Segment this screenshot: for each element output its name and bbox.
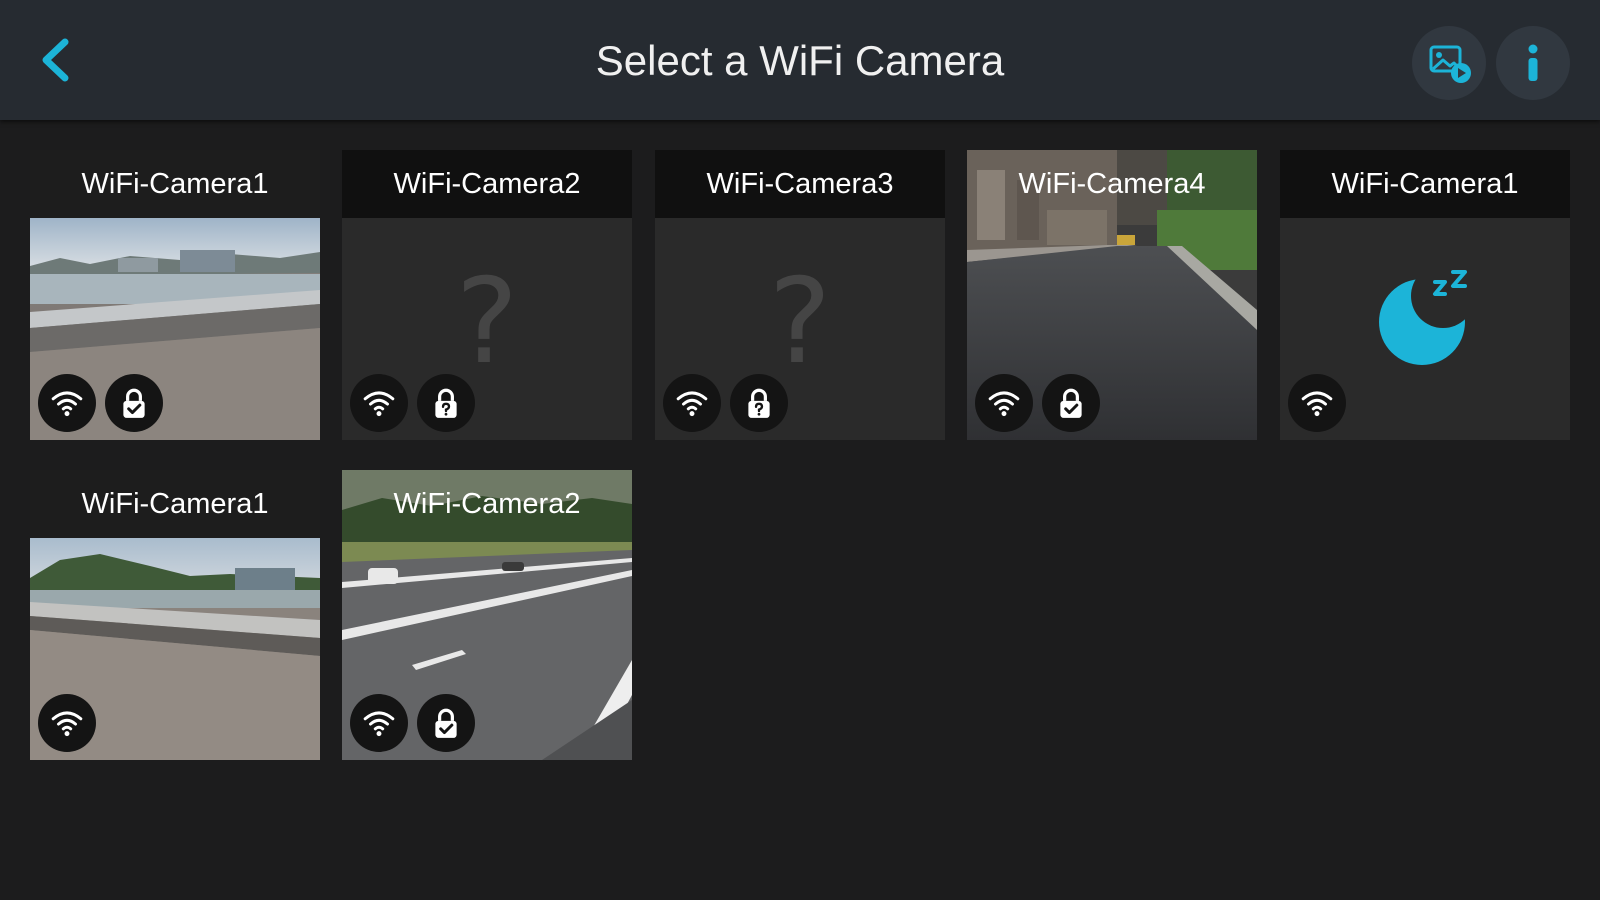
top-bar: Select a WiFi Camera	[0, 0, 1600, 120]
wifi-badge	[663, 374, 721, 432]
camera-tile[interactable]: WiFi-Camera1	[1280, 150, 1570, 440]
camera-name: WiFi-Camera1	[30, 150, 320, 218]
lock-badge	[105, 374, 163, 432]
wifi-icon	[362, 706, 396, 740]
lock-badge	[417, 374, 475, 432]
sleeping-moon-icon	[1377, 270, 1477, 375]
wifi-icon	[987, 386, 1021, 420]
lock-check-icon	[117, 386, 151, 420]
camera-name: WiFi-Camera2	[393, 488, 581, 520]
camera-tile[interactable]: WiFi-Camera1	[30, 150, 320, 440]
wifi-badge	[38, 374, 96, 432]
camera-name: WiFi-Camera1	[1280, 150, 1570, 218]
info-icon	[1528, 44, 1538, 81]
wifi-badge	[1288, 374, 1346, 432]
lock-check-icon	[1054, 386, 1088, 420]
wifi-icon	[675, 386, 709, 420]
wifi-icon	[50, 706, 84, 740]
wifi-icon	[50, 386, 84, 420]
media-gallery-button[interactable]	[1412, 26, 1486, 100]
page-title: Select a WiFi Camera	[595, 37, 1005, 84]
camera-name: WiFi-Camera1	[30, 470, 320, 538]
wifi-icon	[1300, 386, 1334, 420]
wifi-badge	[38, 694, 96, 752]
wifi-badge	[350, 374, 408, 432]
camera-tile[interactable]: WiFi-Camera4	[967, 150, 1257, 440]
lock-question-icon	[429, 386, 463, 420]
camera-tile[interactable]: WiFi-Camera2 ?	[342, 150, 632, 440]
lock-badge	[1042, 374, 1100, 432]
lock-check-icon	[429, 706, 463, 740]
lock-badge	[417, 694, 475, 752]
camera-tile[interactable]: WiFi-Camera1	[30, 470, 320, 760]
wifi-badge	[350, 694, 408, 752]
lock-badge	[730, 374, 788, 432]
camera-tile[interactable]: WiFi-Camera3 ?	[655, 150, 945, 440]
info-button[interactable]	[1496, 26, 1570, 100]
camera-tile[interactable]: WiFi-Camera2	[342, 470, 632, 760]
camera-name: WiFi-Camera2	[342, 150, 632, 218]
camera-name: WiFi-Camera4	[1018, 168, 1206, 200]
unknown-preview-icon: ?	[455, 252, 519, 390]
lock-question-icon	[742, 386, 776, 420]
unknown-preview-icon: ?	[768, 252, 832, 390]
media-gallery-icon	[1429, 45, 1471, 83]
camera-name: WiFi-Camera3	[655, 150, 945, 218]
wifi-badge	[975, 374, 1033, 432]
wifi-icon	[362, 386, 396, 420]
